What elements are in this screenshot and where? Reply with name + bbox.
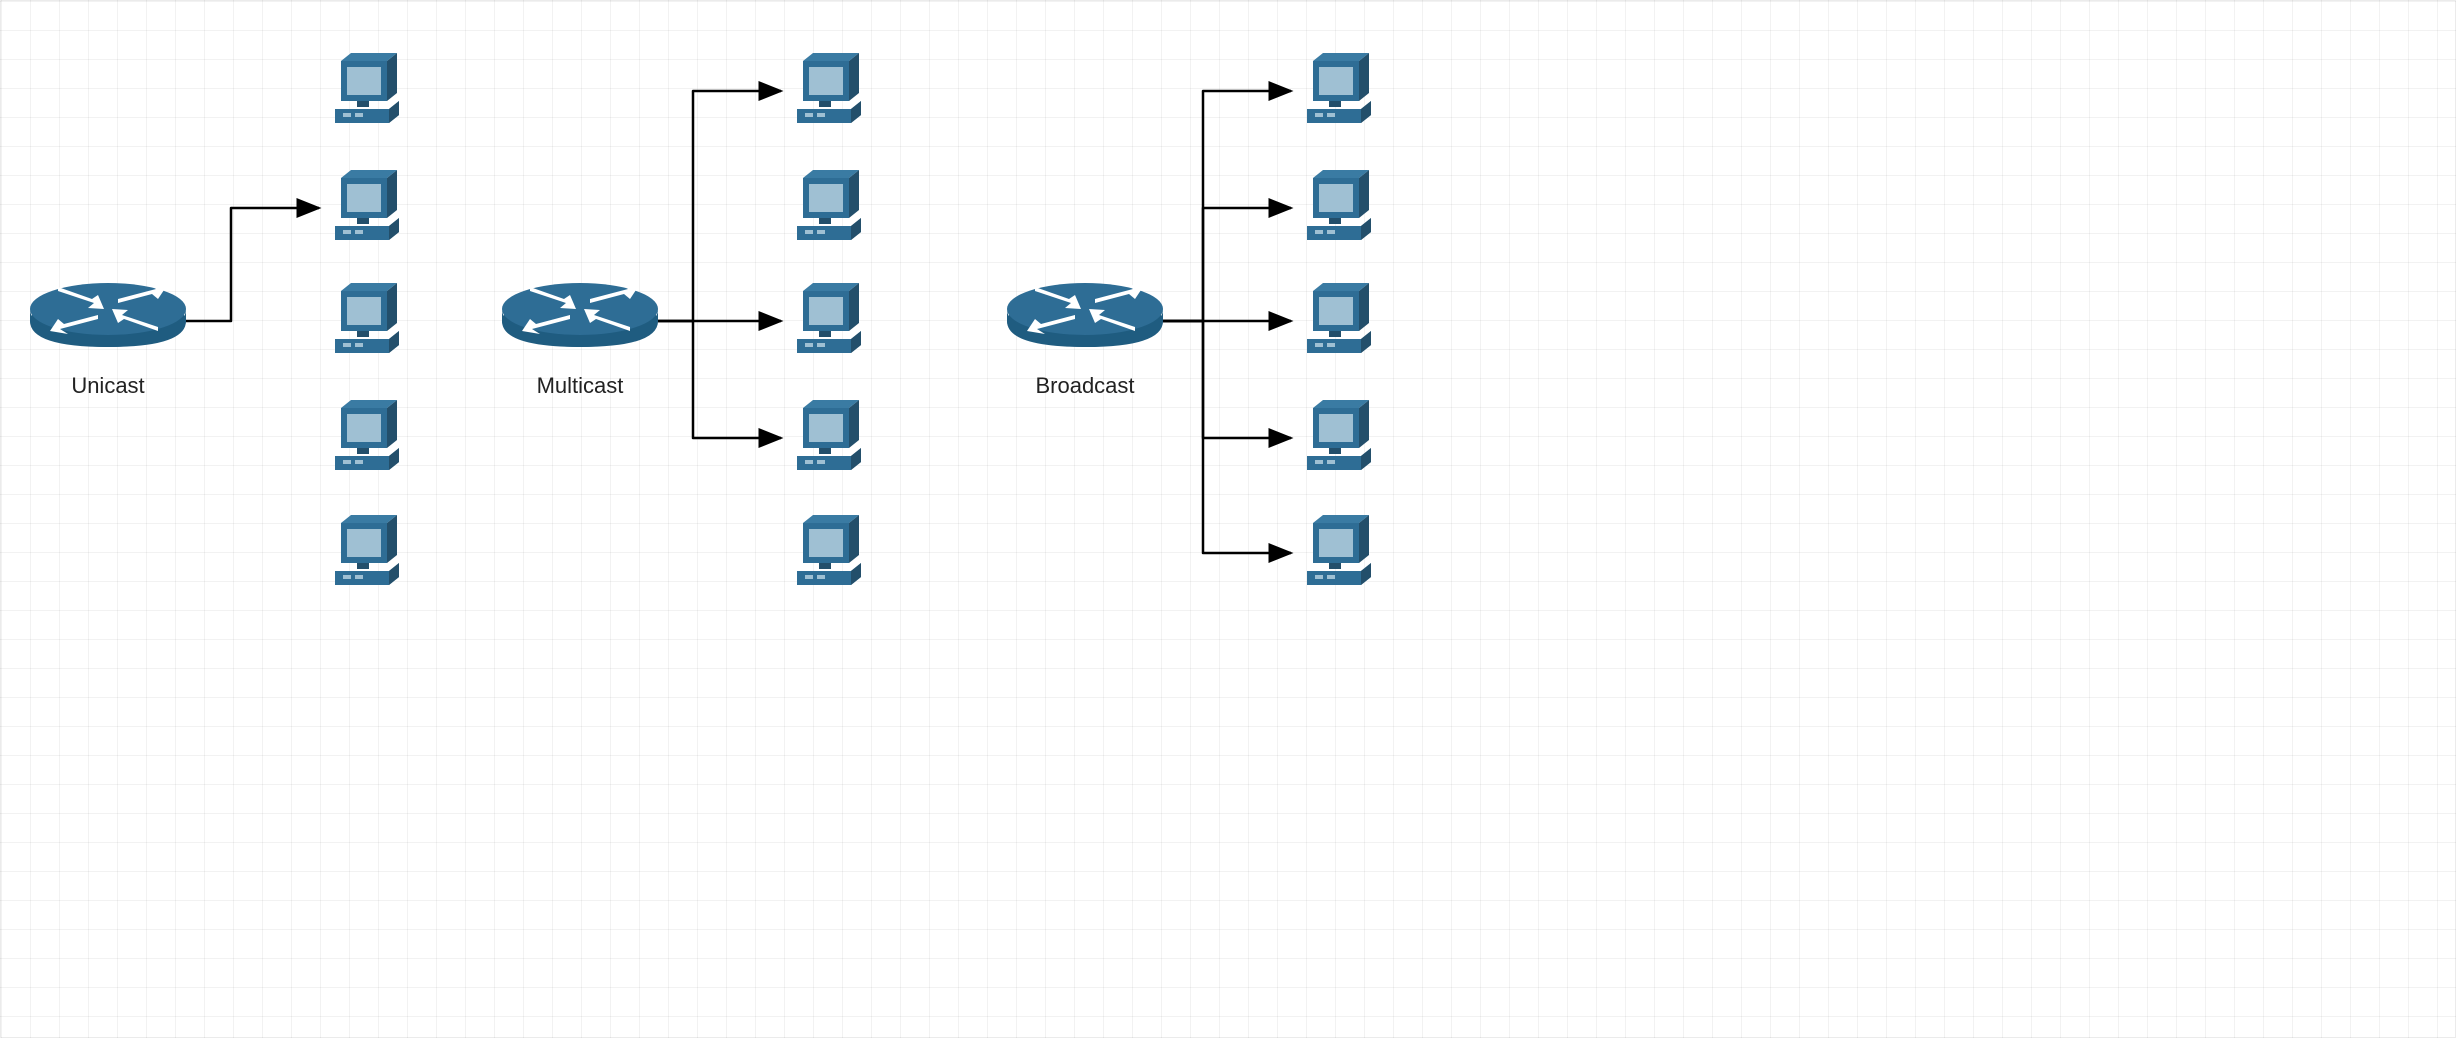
broadcast-link-row1 xyxy=(1163,208,1291,321)
broadcast-router-icon xyxy=(1007,283,1163,347)
unicast-computer-icon xyxy=(335,283,399,353)
label-unicast: Unicast xyxy=(8,373,208,399)
unicast-computer-icon xyxy=(335,53,399,123)
multicast-link-row0 xyxy=(658,91,781,321)
broadcast-computer-icon xyxy=(1307,515,1371,585)
broadcast-computer-icon xyxy=(1307,283,1371,353)
broadcast-computer-icon xyxy=(1307,400,1371,470)
unicast-computer-icon xyxy=(335,515,399,585)
unicast-computer-icon xyxy=(335,400,399,470)
broadcast-computer-icon xyxy=(1307,170,1371,240)
broadcast-link-row4 xyxy=(1163,321,1291,553)
multicast-computer-icon xyxy=(797,515,861,585)
multicast-computer-icon xyxy=(797,170,861,240)
multicast-computer-icon xyxy=(797,283,861,353)
broadcast-computer-icon xyxy=(1307,53,1371,123)
unicast-link xyxy=(186,208,319,321)
unicast-router-icon xyxy=(30,283,186,347)
label-multicast: Multicast xyxy=(480,373,680,399)
label-broadcast: Broadcast xyxy=(985,373,1185,399)
diagram-nodes xyxy=(30,53,1371,585)
multicast-router-icon xyxy=(502,283,658,347)
connection-lines xyxy=(186,91,1291,553)
broadcast-link-row0 xyxy=(1163,91,1291,321)
unicast-computer-icon xyxy=(335,170,399,240)
multicast-computer-icon xyxy=(797,400,861,470)
diagram-canvas: Unicast Multicast Broadcast xyxy=(0,0,2456,1038)
multicast-computer-icon xyxy=(797,53,861,123)
